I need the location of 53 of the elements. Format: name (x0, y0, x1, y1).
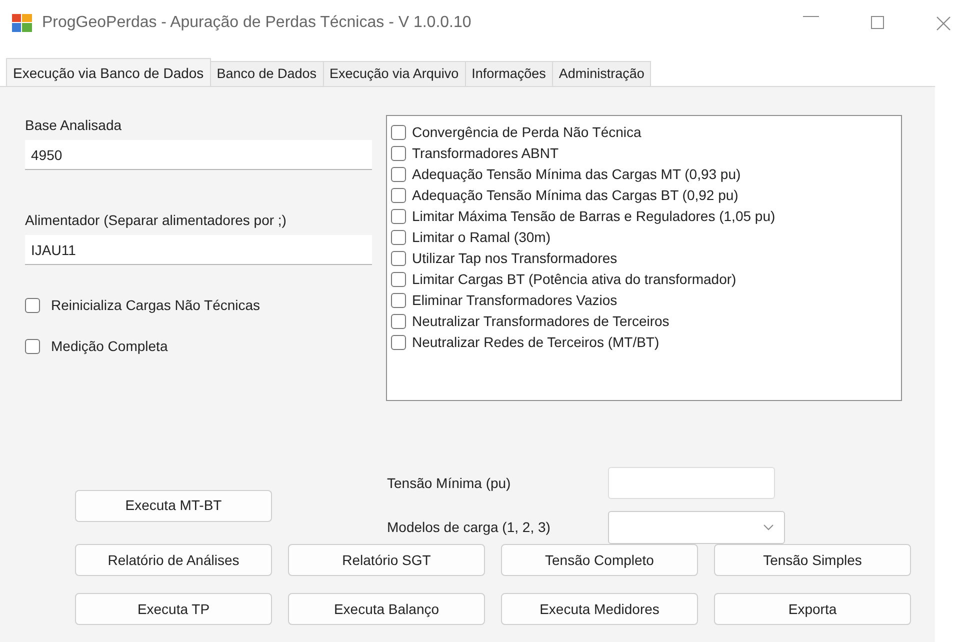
window-title: ProgGeoPerdas - Apuração de Perdas Técnicas - V 1.0.0.10 (42, 13, 472, 33)
tab[interactable]: Execução via Arquivo (322, 61, 466, 86)
minimize-icon[interactable] (803, 16, 819, 18)
app-icon (12, 14, 32, 32)
checkbox-label: Neutralizar Transformadores de Terceiros (412, 312, 670, 331)
maximize-icon[interactable] (870, 16, 884, 28)
checkbox-label: Limitar o Ramal (30m) (412, 228, 550, 247)
action-button[interactable]: Executa Medidores (501, 593, 698, 625)
checkbox-label: Utilizar Tap nos Transformadores (412, 249, 618, 268)
tab[interactable]: Banco de Dados (210, 61, 324, 86)
action-button[interactable]: Executa Balanço (288, 593, 485, 625)
field-label: Alimentador (Separar alimentadores por ;) (25, 211, 288, 230)
action-button[interactable]: Relatório SGT (288, 544, 485, 576)
checkbox-label: Reinicializa Cargas Não Técnicas (51, 296, 260, 315)
checkbox-label: Adequação Tensão Mínima das Cargas BT (0,92 pu) (412, 186, 738, 205)
input-field[interactable]: IJAU11 (25, 235, 372, 265)
close-icon[interactable] (936, 16, 950, 30)
checkbox-label: Convergência de Perda Não Técnica (412, 123, 642, 142)
checkbox-label: Limitar Máxima Tensão de Barras e Reguladores (1,05 pu) (412, 207, 776, 226)
checkbox-label: Limitar Cargas BT (Potência ativa do transformador) (412, 270, 736, 289)
checkbox-label: Medição Completa (51, 337, 168, 356)
action-button[interactable]: Executa TP (75, 593, 272, 625)
field-label: Modelos de carga (1, 2, 3) (387, 518, 552, 537)
tab[interactable]: Informações (464, 61, 553, 86)
tab[interactable]: Execução via Banco de Dados (6, 58, 211, 86)
checkbox[interactable] (391, 146, 406, 161)
checkbox[interactable] (391, 335, 406, 350)
chevron-down-icon (763, 524, 774, 531)
field-label: Tensão Mínima (pu) (387, 474, 512, 493)
action-button[interactable]: Tensão Completo (501, 544, 698, 576)
run-button[interactable]: Executa MT-BT (75, 490, 272, 522)
checkbox[interactable] (391, 125, 406, 140)
checkbox[interactable] (391, 209, 406, 224)
action-button[interactable]: Relatório de Análises (75, 544, 272, 576)
checkbox-label: Transformadores ABNT (412, 144, 559, 163)
checkbox[interactable] (25, 339, 40, 354)
input-field[interactable] (608, 467, 775, 499)
checkbox-label: Eliminar Transformadores Vazios (412, 291, 618, 310)
checkbox[interactable] (391, 314, 406, 329)
checkbox[interactable] (391, 272, 406, 287)
checkbox[interactable] (391, 167, 406, 182)
action-button[interactable]: Exporta (714, 593, 911, 625)
checkbox-label: Neutralizar Redes de Terceiros (MT/BT) (412, 333, 660, 352)
action-button[interactable]: Tensão Simples (714, 544, 911, 576)
checkbox[interactable] (25, 298, 40, 313)
checkbox-label: Adequação Tensão Mínima das Cargas MT (0,93 pu) (412, 165, 741, 184)
checkbox[interactable] (391, 188, 406, 203)
checkbox[interactable] (391, 251, 406, 266)
input-field[interactable]: 4950 (25, 140, 372, 170)
tab[interactable]: Administração (552, 61, 652, 86)
field-label: Base Analisada (25, 116, 123, 135)
checkbox[interactable] (391, 230, 406, 245)
checkbox[interactable] (391, 293, 406, 308)
